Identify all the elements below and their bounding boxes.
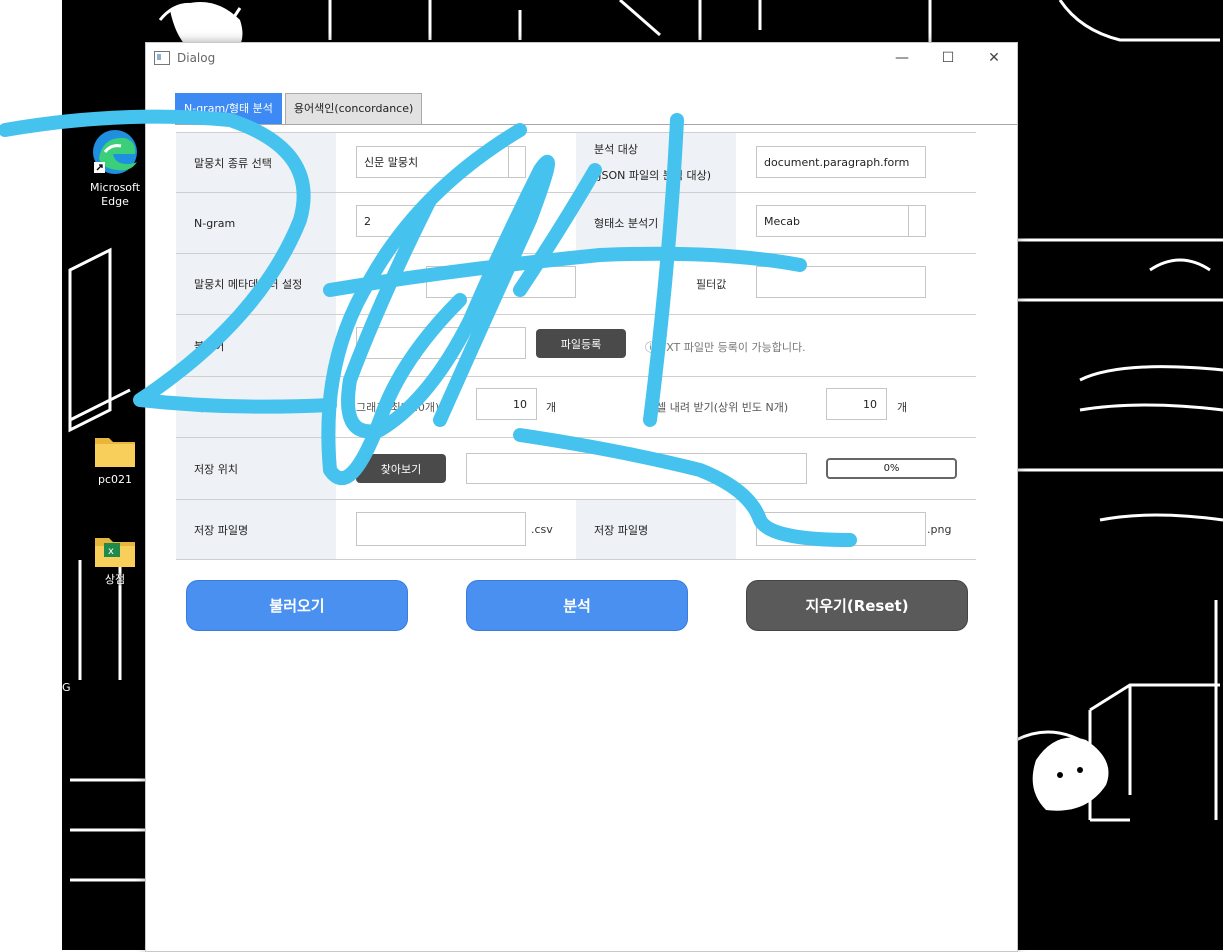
dialog-window: Dialog — ☐ ✕ N-gram/형태 분석 용어색인(concordan… (145, 42, 1018, 952)
csv-filename-label: 저장 파일명 (176, 500, 336, 559)
reset-button[interactable]: 지우기(Reset) (746, 580, 968, 631)
form-row: N-gram 2 형태소 분석기 Mecab (176, 192, 976, 253)
desktop-icon-store[interactable]: x 상점 (83, 534, 147, 587)
minimize-button[interactable]: — (879, 43, 925, 73)
form-row: 저장 위치 찾아보기 0% (176, 437, 976, 499)
filter-key-input[interactable] (426, 266, 576, 298)
graph-unit: 개 (546, 401, 557, 414)
png-filename-input[interactable] (756, 512, 926, 546)
analysis-target-label-line2: (JSON 파일의 분석 대상) (594, 169, 712, 182)
png-filename-label: 저장 파일명 (576, 500, 736, 559)
tab-ngram[interactable]: N-gram/형태 분석 (175, 93, 282, 125)
close-button[interactable]: ✕ (971, 43, 1017, 73)
analysis-target-label-line1: 분석 대상 (594, 143, 638, 156)
csv-filename-input[interactable] (356, 512, 526, 546)
save-location-label: 저장 위치 (176, 438, 336, 499)
form-row: 저장 파일명 .csv 저장 파일명 .png (176, 499, 976, 560)
analysis-target-value: document.paragraph.form (764, 155, 910, 169)
graph-count-spinbox[interactable]: 10 (476, 388, 537, 420)
morph-analyzer-label: 형태소 분석기 (576, 193, 736, 253)
load-button[interactable]: 불러오기 (186, 580, 408, 631)
form-row: 불용어 파일등록 ⓘ TXT 파일만 등록이 가능합니다. (176, 314, 976, 376)
tab-bar: N-gram/형태 분석 용어색인(concordance) (175, 93, 425, 125)
form-row: 말뭉치 메타데이터 설정 필터키 필터값 (176, 253, 976, 314)
desktop-icon-edge[interactable]: Microsoft Edge (83, 128, 147, 209)
filter-value-label: 필터값 (696, 278, 727, 291)
combo-separator (508, 147, 509, 177)
save-path-input[interactable] (466, 453, 807, 484)
tab-divider (175, 124, 1017, 125)
ngram-value: 2 (364, 214, 371, 228)
svg-text:x: x (108, 546, 114, 557)
morph-analyzer-select[interactable]: Mecab (756, 205, 926, 237)
excel-folder-icon: x (95, 538, 135, 567)
png-extension: .png (927, 523, 952, 536)
ngram-label: N-gram (176, 193, 336, 253)
stopword-label: 불용어 (176, 315, 336, 376)
morph-analyzer-value: Mecab (764, 214, 801, 228)
excel-label: 엑셀 내려 받기(상위 빈도 N개) (646, 401, 789, 414)
desktop-icon-label: 상점 (104, 573, 126, 586)
analysis-form: 말뭉치 종류 선택 신문 말뭉치 분석 대상 (JSON 파일의 분석 대상) … (176, 132, 976, 560)
corpus-type-select[interactable]: 신문 말뭉치 (356, 146, 526, 178)
desktop-icon-label: pc021 (97, 473, 133, 486)
desktop-icon-pc021[interactable]: pc021 (83, 434, 147, 487)
form-row: 말뭉치 종류 선택 신문 말뭉치 분석 대상 (JSON 파일의 분석 대상) … (176, 132, 976, 192)
ngram-input[interactable]: 2 (356, 205, 526, 237)
combo-separator (908, 206, 909, 236)
tab-concordance[interactable]: 용어색인(concordance) (284, 93, 423, 125)
provide-method-label: 자료 제공 방식 (176, 377, 336, 437)
desktop-icon-label: Microsoft Edge (89, 181, 141, 208)
maximize-button[interactable]: ☐ (925, 43, 971, 73)
app-icon (154, 51, 170, 65)
csv-extension: .csv (531, 523, 553, 536)
analyze-button[interactable]: 분석 (466, 580, 688, 631)
filter-value-input[interactable] (756, 266, 926, 298)
corpus-type-label: 말뭉치 종류 선택 (176, 133, 336, 192)
file-hint: ⓘ TXT 파일만 등록이 가능합니다. (645, 341, 806, 354)
analysis-target-label: 분석 대상 (JSON 파일의 분석 대상) (576, 133, 736, 192)
edge-icon (93, 130, 137, 174)
browse-button[interactable]: 찾아보기 (356, 454, 446, 483)
excel-count-spinbox[interactable]: 10 (826, 388, 887, 420)
analysis-target-input[interactable]: document.paragraph.form (756, 146, 926, 178)
excel-unit: 개 (897, 401, 908, 414)
metadata-label: 말뭉치 메타데이터 설정 (176, 254, 336, 314)
progress-bar: 0% (826, 458, 957, 479)
graph-label: 그래프(최대20개) (356, 401, 440, 414)
title-bar[interactable]: Dialog — ☐ ✕ (146, 43, 1017, 73)
window-title: Dialog (177, 51, 216, 65)
corpus-type-value: 신문 말뭉치 (364, 156, 419, 169)
filter-key-label: 필터키 (356, 278, 387, 291)
folder-icon (95, 438, 135, 467)
file-register-button[interactable]: 파일등록 (536, 329, 626, 358)
form-row: 자료 제공 방식 그래프(최대20개) 10 개 엑셀 내려 받기(상위 빈도 … (176, 376, 976, 437)
desktop-edge-text: G (62, 681, 71, 694)
stopword-input[interactable] (356, 327, 526, 359)
